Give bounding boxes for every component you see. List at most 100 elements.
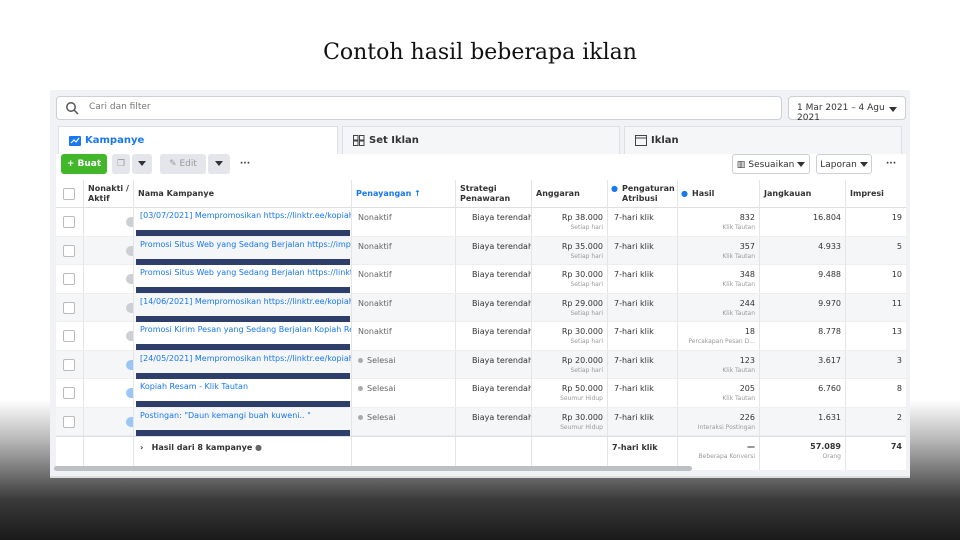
campaign-name-link[interactable]: [24/05/2021] Mempromosikan https://linkt… [140,354,351,363]
delivery-cell: Selesai [352,379,456,407]
active-toggle[interactable] [126,331,133,341]
header-name[interactable]: Nama Kampanye [134,180,352,208]
reach-value: 6.760 [818,384,841,393]
budget-period: Setiap hari [570,366,603,374]
select-all-checkbox[interactable] [63,188,75,200]
delivery-cell: Nonaktif [352,322,456,350]
header-impressions[interactable]: Impresi [846,180,906,208]
attribution-value: 7-hari klik [614,384,654,393]
row-checkbox[interactable] [63,358,75,371]
active-toggle[interactable] [126,416,133,427]
chevron-down-icon [797,162,806,167]
table-row[interactable]: Promosi Situs Web yang Sedang Berjalan h… [56,236,906,265]
results-type: Klik Tautan [722,309,755,317]
table-row[interactable]: Promosi Situs Web yang Sedang Berjalan h… [56,265,906,294]
tab-label: Iklan [651,135,679,146]
table-row[interactable]: Kopiah Resam - Klik Tautan Selesai Biaya t… [56,379,906,408]
reach-value: 8.778 [818,327,841,336]
row-checkbox[interactable] [63,330,75,342]
table-row[interactable]: [14/06/2021] Mempromosikan https://linkt… [56,293,906,322]
header-toggle[interactable]: Nonakti / Aktif [84,180,134,208]
active-toggle[interactable] [126,274,133,284]
search-input[interactable]: Cari dan filter [89,102,151,112]
table-row[interactable]: [03/07/2021] Mempromosikan https://linkt… [56,208,906,237]
row-checkbox[interactable] [63,415,75,428]
attribution-cell: 7-hari klik [608,379,678,407]
date-range-label: 1 Mar 2021 – 4 Agu 2021 [797,103,885,123]
attribution-cell: 7-hari klik [608,407,678,436]
row-toggle-cell [84,265,134,293]
budget-period: Setiap hari [570,224,603,231]
totals-results-sub: Beberapa Konversi [698,453,755,460]
budget-cell: Rp 30.000 Seumur Hidup [532,407,608,436]
more-button[interactable]: ··· [234,154,256,174]
active-toggle[interactable] [126,217,133,227]
tab-kampanye[interactable]: Kampanye [58,126,338,154]
chevron-down-icon [215,161,223,166]
delivery-status: Nonaktif [358,270,392,279]
campaign-name-cell: Kopiah Resam - Klik Tautan [134,379,352,407]
bid-strategy: Biaya terendah [472,355,532,365]
chevron-right-icon: › [140,443,152,452]
header-reach[interactable]: Jangkauan [760,180,846,208]
header-delivery[interactable]: Penayangan ↑ [352,180,456,208]
create-button[interactable]: + Buat [61,154,107,174]
header-results[interactable]: ● Hasil [678,180,760,208]
delivery-status: Selesai [367,384,396,393]
row-checkbox[interactable] [63,216,75,228]
redaction-bar [136,230,350,236]
delivery-status: Selesai [367,355,396,365]
tab-label: Set Iklan [369,135,419,146]
campaign-name-link[interactable]: Promosi Situs Web yang Sedang Berjalan h… [140,240,351,249]
header-budget[interactable]: Anggaran [532,180,608,208]
active-toggle[interactable] [126,388,133,398]
active-toggle[interactable] [126,245,133,256]
row-checkbox[interactable] [63,387,75,399]
tab-iklan[interactable]: Iklan [624,126,902,154]
results-type: Interaksi Postingan [697,423,755,431]
row-checkbox[interactable] [63,273,75,285]
attribution-cell: 7-hari klik [608,265,678,293]
totals-impressions: 74 [890,442,902,451]
active-toggle[interactable] [126,302,133,313]
budget-value: Rp 30.000 [561,270,603,279]
customize-button[interactable]: ▥ Sesuaikan [732,154,810,174]
campaign-name-link[interactable]: Promosi Situs Web yang Sedang Berjalan h… [140,268,351,277]
header-attribution[interactable]: ● Pengaturan Atribusi [608,180,678,208]
table-row[interactable]: [24/05/2021] Mempromosikan https://linkt… [56,350,906,379]
row-select-cell [56,293,84,322]
results-cell: 348 Klik Tautan [678,265,760,293]
header-bid-strategy[interactable]: Strategi Penawaran [456,180,532,208]
search-bar[interactable]: Cari dan filter [56,96,782,120]
results-value: 205 [739,384,755,393]
row-toggle-cell [84,407,134,436]
row-checkbox[interactable] [63,301,75,314]
results-type: Klik Tautan [722,395,755,402]
row-select-cell [56,208,84,236]
campaign-name-link[interactable]: [14/06/2021] Mempromosikan https://linkt… [140,297,351,306]
table-row[interactable]: Postingan: "Daun kemangi buah kuweni.. "… [56,407,906,436]
header-results-label: Hasil [692,189,715,198]
duplicate-dropdown[interactable] [132,154,152,174]
redaction-bar [136,315,350,322]
edit-button[interactable]: ✎ Edit [160,154,206,174]
bid-cell: Biaya terendah [456,208,532,236]
campaign-name-link[interactable]: Postingan: "Daun kemangi buah kuweni.. " [140,411,311,420]
campaign-name-link[interactable]: Kopiah Resam - Klik Tautan [140,382,248,391]
date-range-button[interactable]: 1 Mar 2021 – 4 Agu 2021 [788,96,906,123]
row-toggle-cell [84,379,134,407]
horizontal-scrollbar[interactable] [54,466,692,471]
row-checkbox[interactable] [63,244,75,257]
campaign-name-link[interactable]: Promosi Kirim Pesan yang Sedang Berjalan… [140,325,351,334]
totals-reach: 57.089 [810,442,841,451]
reach-cell: 16.804 [760,208,846,236]
campaign-name-link[interactable]: [03/07/2021] Mempromosikan https://linkt… [140,211,351,220]
duplicate-button[interactable]: ❐ [112,154,130,174]
edit-dropdown[interactable] [208,154,230,174]
table-row[interactable]: Promosi Kirim Pesan yang Sedang Berjalan… [56,322,906,351]
report-button[interactable]: Laporan [816,154,872,174]
active-toggle[interactable] [126,359,133,370]
budget-cell: Rp 30.000 Setiap hari [532,265,608,293]
tab-set-iklan[interactable]: Set Iklan [342,126,620,154]
more-right-button[interactable]: ··· [880,154,902,174]
